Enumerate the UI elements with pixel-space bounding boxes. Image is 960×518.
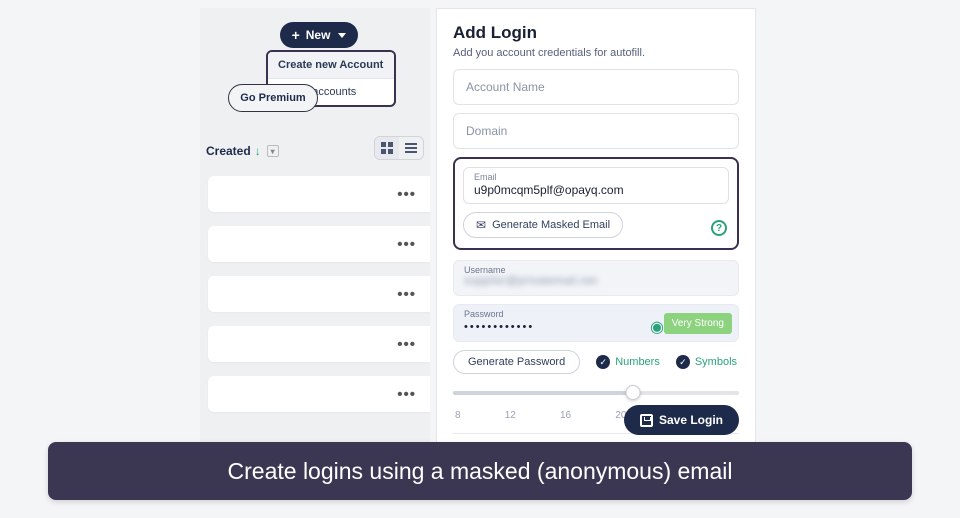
caption-banner: Create logins using a masked (anonymous)… (48, 442, 912, 500)
list-item[interactable]: ••• (208, 376, 430, 412)
save-icon (640, 414, 653, 427)
sort-label: Created (206, 144, 251, 158)
slider-thumb[interactable] (626, 385, 641, 400)
help-icon[interactable]: ? (711, 220, 727, 236)
panel-subtitle: Add you account credentials for autofill… (453, 47, 739, 59)
view-toggle (374, 136, 424, 160)
check-icon: ✓ (596, 355, 610, 369)
password-options-row: Generate Password ✓Numbers ✓Symbols (453, 350, 739, 374)
save-login-label: Save Login (659, 413, 723, 427)
generate-masked-email-label: Generate Masked Email (492, 219, 610, 231)
panel-title: Add Login (453, 23, 739, 43)
list-item[interactable]: ••• (208, 276, 430, 312)
more-icon[interactable]: ••• (397, 186, 416, 203)
generate-masked-email-button[interactable]: ✉ Generate Masked Email (463, 212, 623, 238)
go-premium-button[interactable]: Go Premium (228, 84, 318, 112)
email-value: u9p0mcqm5plf@opayq.com (474, 182, 718, 197)
list-item[interactable]: ••• (208, 176, 430, 212)
arrow-down-icon: ↓ (255, 144, 261, 158)
chevron-down-icon (338, 33, 346, 38)
email-section: Email u9p0mcqm5plf@opayq.com ✉ Generate … (453, 157, 739, 250)
check-icon: ✓ (676, 355, 690, 369)
add-login-panel: Add Login Add you account credentials fo… (436, 8, 756, 448)
symbols-toggle[interactable]: ✓Symbols (676, 355, 737, 369)
password-strength-badge: Very Strong (664, 313, 732, 334)
more-icon[interactable]: ••• (397, 386, 416, 403)
app-window: + New Create new Account Import accounts… (200, 8, 756, 448)
username-value: supplier@privatemail.net (464, 275, 728, 287)
account-list: ••• ••• ••• ••• ••• (208, 176, 430, 426)
generate-password-button[interactable]: Generate Password (453, 350, 580, 374)
more-icon[interactable]: ••• (397, 236, 416, 253)
left-panel: + New Create new Account Import accounts… (200, 8, 430, 448)
slider-fill (453, 391, 633, 395)
plus-icon: + (292, 28, 300, 42)
password-field[interactable]: Password •••••••••••• ◉ Very Strong (453, 304, 739, 342)
eye-icon[interactable]: ◉ (650, 317, 664, 337)
list-item[interactable]: ••• (208, 326, 430, 362)
save-login-button[interactable]: Save Login (624, 405, 739, 435)
menu-item-create-account[interactable]: Create new Account (268, 52, 394, 79)
list-view-icon[interactable] (399, 137, 423, 159)
username-field[interactable]: Username supplier@privatemail.net (453, 260, 739, 296)
more-icon[interactable]: ••• (397, 286, 416, 303)
grid-view-icon[interactable] (375, 137, 399, 159)
new-button-label: New (306, 28, 331, 42)
email-label: Email (474, 172, 718, 182)
email-field[interactable]: Email u9p0mcqm5plf@opayq.com (463, 167, 729, 204)
sort-dropdown-icon: ▾ (267, 145, 279, 157)
mail-icon: ✉ (476, 218, 486, 232)
more-icon[interactable]: ••• (397, 336, 416, 353)
account-name-field[interactable]: Account Name (453, 69, 739, 105)
domain-field[interactable]: Domain (453, 113, 739, 149)
new-button[interactable]: + New (280, 22, 358, 48)
numbers-toggle[interactable]: ✓Numbers (596, 355, 660, 369)
username-label: Username (464, 265, 728, 275)
list-item[interactable]: ••• (208, 226, 430, 262)
length-slider[interactable] (453, 382, 739, 406)
